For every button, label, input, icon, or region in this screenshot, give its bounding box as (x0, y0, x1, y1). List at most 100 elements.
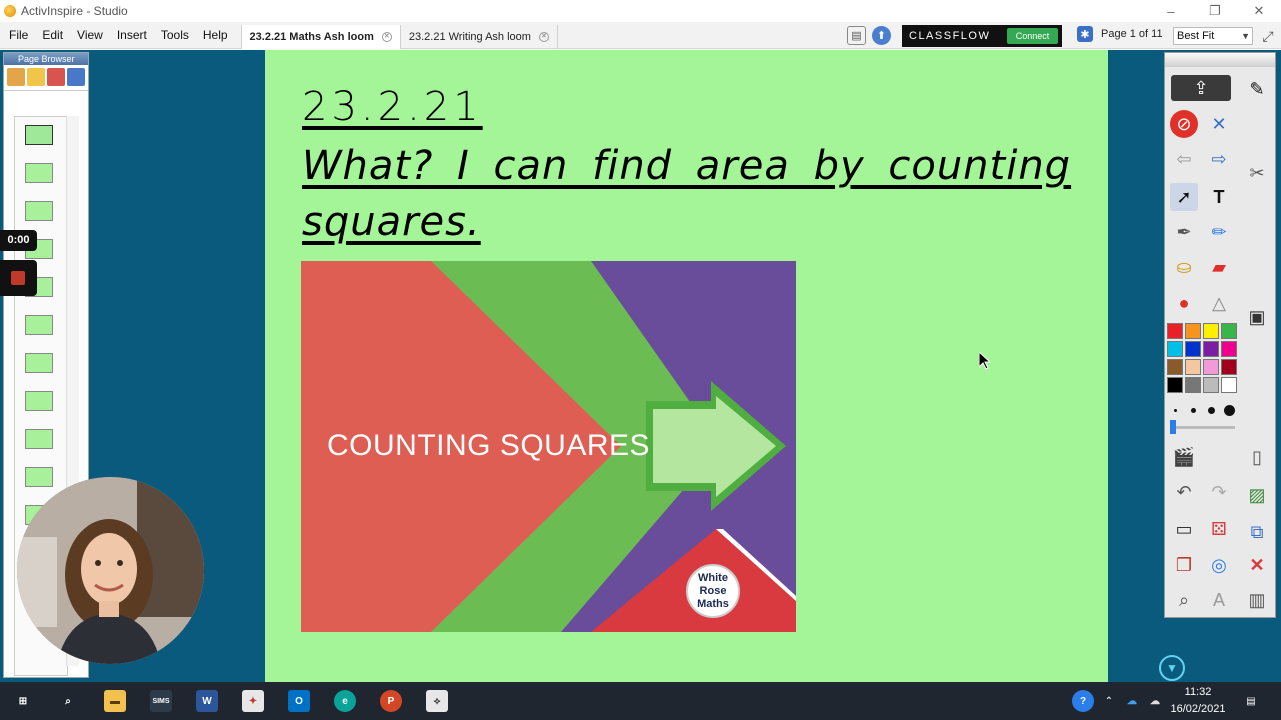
text-tool-icon[interactable]: T (1205, 183, 1233, 211)
outlook-icon[interactable]: O (288, 690, 310, 712)
colour-swatch[interactable] (1203, 359, 1219, 375)
toolbox-collapse-icon[interactable]: ▼ (1159, 655, 1185, 681)
windows-start-icon[interactable]: ⊞ (12, 690, 34, 712)
tab-maths-flipchart[interactable]: 23.2.21 Maths Ash loom ✕ (240, 24, 401, 49)
resource-browser-tab-icon[interactable] (27, 68, 45, 86)
fullscreen-icon[interactable]: ⤢ (1259, 28, 1277, 46)
share-icon[interactable]: ⇪ (1171, 75, 1231, 101)
colour-picker-icon[interactable]: ● (1170, 289, 1198, 317)
minimize-button[interactable]: – (1149, 0, 1193, 22)
tools-icon[interactable]: ✕ (1205, 110, 1233, 138)
webcam-bubble[interactable] (17, 477, 204, 664)
pen-tool-icon[interactable]: ✒ (1170, 218, 1198, 246)
pen-width-option[interactable] (1174, 409, 1177, 412)
clock-date[interactable]: 16/02/2021 (1168, 703, 1228, 715)
menu-file[interactable]: File (0, 22, 35, 49)
sims-icon[interactable]: SIMS (150, 690, 172, 712)
help-icon[interactable]: ? (1072, 690, 1094, 712)
menu-insert[interactable]: Insert (110, 22, 154, 49)
redo-icon[interactable]: ↷ (1205, 478, 1233, 506)
search-icon[interactable]: ⌕ (57, 690, 79, 712)
flipchart-connect-icon[interactable]: ⬆ (872, 26, 891, 45)
eraser-tool-icon[interactable]: ▰ (1205, 253, 1233, 281)
pen-width-option[interactable] (1224, 405, 1235, 416)
page-browser-icon[interactable]: ✱ (1077, 26, 1093, 42)
colour-swatch[interactable] (1185, 323, 1201, 339)
next-page-icon[interactable]: ⇨ (1205, 145, 1233, 173)
colour-swatch[interactable] (1221, 341, 1237, 357)
dice-icon[interactable]: ⚄ (1205, 515, 1233, 543)
no-entry-icon[interactable]: ⊘ (1170, 110, 1198, 138)
word-icon[interactable]: W (196, 690, 218, 712)
menu-tools[interactable]: Tools (154, 22, 196, 49)
insert-link-icon[interactable]: ⧉ (1243, 518, 1271, 546)
maximize-button[interactable]: ❐ (1193, 0, 1237, 22)
pen-width-option[interactable] (1191, 408, 1196, 413)
onedrive-icon[interactable]: ☁ (1121, 690, 1143, 712)
colour-swatch[interactable] (1203, 377, 1219, 393)
classflow-connect-button[interactable]: Connect (1007, 28, 1058, 44)
page-thumbnail[interactable] (25, 315, 53, 335)
page-thumbnail[interactable] (25, 391, 53, 411)
pen-width-slider[interactable] (1170, 420, 1235, 434)
pen-width-option[interactable] (1208, 407, 1215, 414)
clipboard-icon[interactable]: ▣ (1243, 303, 1271, 331)
page-thumbnail[interactable] (25, 429, 53, 449)
colour-swatch[interactable] (1203, 323, 1219, 339)
handwriting-recognition-icon[interactable]: A (1205, 586, 1233, 614)
highlighter-tool-icon[interactable]: ✏ (1205, 218, 1233, 246)
shape-tool-icon[interactable]: △ (1205, 289, 1233, 317)
dual-user-icon[interactable]: ▤ (847, 26, 866, 45)
show-hidden-icons[interactable]: ⌃ (1098, 690, 1120, 712)
cloud-sync-icon[interactable]: ☁ (1144, 690, 1166, 712)
page-thumbnail[interactable] (25, 467, 53, 487)
spotlight-icon[interactable]: ◎ (1205, 551, 1233, 579)
profile-pen-icon[interactable]: ✎ (1243, 75, 1271, 103)
notes-browser-tab-icon[interactable] (67, 68, 85, 86)
menu-view[interactable]: View (70, 22, 110, 49)
select-tool-icon[interactable]: ➚ (1170, 183, 1198, 211)
duplicate-icon[interactable]: ❐ (1170, 551, 1198, 579)
page-thumbnail[interactable] (25, 201, 53, 221)
activinspire-taskbar-icon[interactable]: ⟡ (426, 690, 448, 712)
slider-handle[interactable] (1170, 420, 1176, 434)
fill-tool-icon[interactable]: ⛀ (1170, 253, 1198, 281)
previous-page-icon[interactable]: ⇦ (1170, 145, 1198, 173)
page-thumbnail[interactable] (25, 125, 53, 145)
delete-icon[interactable]: ✕ (1243, 551, 1271, 579)
page-thumbnail[interactable] (25, 163, 53, 183)
reset-page-icon[interactable]: ▭ (1170, 515, 1198, 543)
colour-swatch[interactable] (1221, 323, 1237, 339)
colour-swatch[interactable] (1167, 323, 1183, 339)
paste-icon[interactable]: ▥ (1243, 586, 1271, 614)
landscape-image-icon[interactable]: ▨ (1243, 481, 1271, 509)
colour-swatch[interactable] (1185, 341, 1201, 357)
file-explorer-icon[interactable]: ▬ (104, 690, 126, 712)
colour-swatch[interactable] (1185, 359, 1201, 375)
new-page-icon[interactable]: ▯ (1243, 443, 1271, 471)
page-thumbnail[interactable] (25, 353, 53, 373)
notifications-icon[interactable]: ▤ (1240, 690, 1262, 712)
colour-swatch[interactable] (1185, 377, 1201, 393)
clock-time[interactable]: 11:32 (1172, 686, 1224, 698)
menu-help[interactable]: Help (196, 22, 235, 49)
colour-swatch[interactable] (1203, 341, 1219, 357)
colour-swatch[interactable] (1221, 359, 1237, 375)
page-browser-tab-icon[interactable] (7, 68, 25, 86)
edge-icon[interactable]: e (334, 690, 356, 712)
tab-close-icon[interactable]: ✕ (381, 31, 392, 42)
colour-swatch[interactable] (1221, 377, 1237, 393)
zoom-select[interactable]: Best Fit ▼ (1173, 27, 1253, 45)
powerpoint-icon[interactable]: P (380, 690, 402, 712)
colour-swatch[interactable] (1167, 377, 1183, 393)
tab-close-icon[interactable]: ✕ (538, 31, 549, 42)
paint-tool-icon[interactable]: ✦ (242, 690, 264, 712)
stop-recording-button[interactable] (0, 260, 37, 296)
clapperboard-icon[interactable]: 🎬 (1170, 443, 1198, 471)
close-button[interactable]: ✕ (1237, 0, 1281, 22)
colour-swatch[interactable] (1167, 359, 1183, 375)
counting-squares-image[interactable]: COUNTING SQUARES White Rose Maths (301, 261, 796, 632)
magnifier-icon[interactable]: ⌕ (1170, 586, 1198, 614)
scissors-icon[interactable]: ✂ (1243, 159, 1271, 187)
object-browser-tab-icon[interactable] (47, 68, 65, 86)
